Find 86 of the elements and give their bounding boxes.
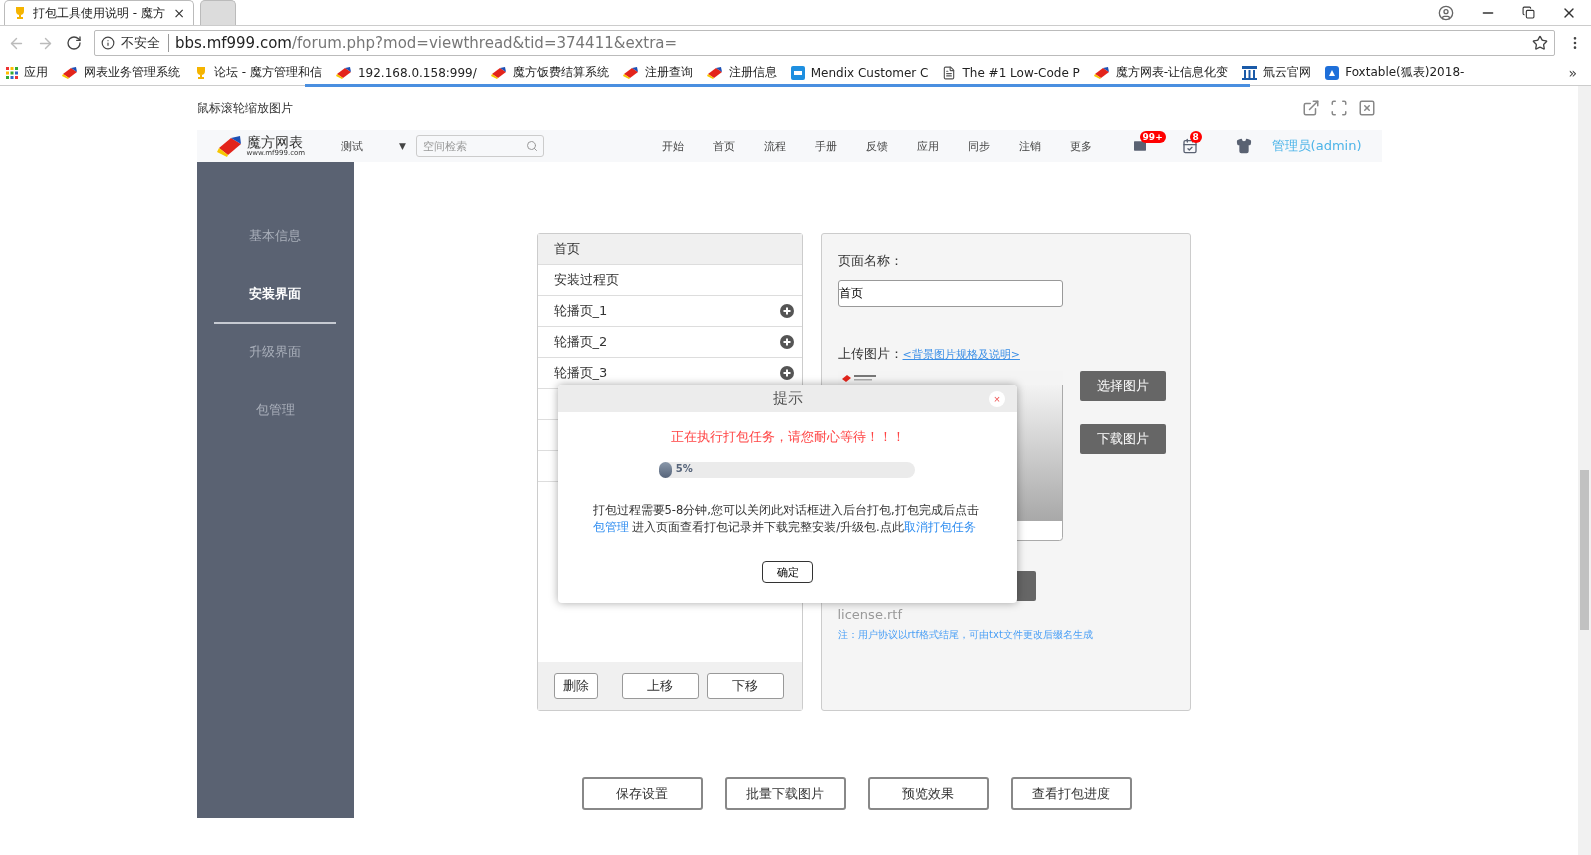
bookmark-link[interactable]: 注册信息 (706, 64, 777, 81)
address-bar[interactable]: 不安全 bbs.mf999.com/forum.php?mod=viewthread&tid=374411&extra= (94, 30, 1555, 56)
status-message: 正在执行打包任务，请您耐心等待！！！ (670, 428, 905, 446)
shirt-icon[interactable] (1235, 138, 1252, 154)
bookmark-link[interactable]: 网表业务管理系统 (62, 64, 180, 81)
open-external-icon[interactable] (1301, 99, 1320, 117)
count-badge: 8 (1189, 131, 1202, 143)
space-name: 测试 (341, 138, 364, 154)
cube-logo-icon (1093, 66, 1110, 79)
security-label: 不安全 (121, 34, 169, 52)
info-paragraph: 打包过程需要5-8分钟,您可以关闭此对话框进入后台打包,打包完成后点击 包管理 进入页面查看打包记录并下载完整安装/升级包.点此取消打包任务 (592, 502, 980, 536)
nav-link[interactable]: 反馈 (865, 138, 888, 154)
profile-icon[interactable] (1438, 4, 1454, 21)
add-icon[interactable] (779, 366, 794, 380)
image-button[interactable]: 选择图片 (1079, 371, 1166, 401)
action-button[interactable]: 预览效果 (867, 777, 989, 810)
tab-close-button[interactable]: × (173, 5, 185, 21)
action-button[interactable]: 批量下载图片 (724, 777, 846, 810)
task-icon (1181, 138, 1198, 154)
bookmark-link[interactable]: 氚云官网 (1242, 64, 1312, 81)
bookmark-link[interactable]: 应用 (6, 64, 48, 81)
bookmark-star-icon[interactable] (1532, 35, 1548, 51)
mx-logo-icon (790, 65, 805, 80)
sidebar-item[interactable]: 安装界面 (214, 266, 336, 324)
cube-logo-icon (490, 66, 507, 79)
apps-grid-icon (6, 66, 18, 79)
more-bookmarks-button[interactable]: » (1568, 64, 1585, 81)
field-label: 页面名称： (837, 252, 904, 270)
space-dropdown-caret[interactable]: ▼ (399, 141, 406, 151)
restore-icon[interactable] (1522, 6, 1535, 19)
add-icon[interactable] (779, 335, 794, 349)
field-label: 上传图片： (837, 345, 903, 363)
bookmark-link[interactable]: Mendix Customer C (790, 65, 929, 80)
page-icon (942, 65, 957, 80)
package-manage-link[interactable]: 包管理 (592, 520, 629, 534)
url-text: bbs.mf999.com/forum.php?mod=viewthread&tid=374411&extra= (175, 34, 678, 52)
search-icon (526, 140, 538, 152)
fox-logo-icon (1325, 65, 1340, 80)
nav-link[interactable]: 注销 (1018, 138, 1041, 154)
list-action-button[interactable]: 上移 (621, 673, 699, 699)
bookmark-link[interactable]: 魔方网表-让信息化变 (1093, 64, 1229, 81)
bookmark-link[interactable]: Foxtable(狐表)2018- (1325, 64, 1465, 81)
file-name: license.rtf (837, 607, 904, 622)
page-name-field[interactable]: 首页 (837, 280, 1063, 307)
dialog-close-button[interactable]: × (989, 391, 1005, 407)
image-button[interactable]: 下载图片 (1079, 424, 1166, 454)
cube-logo-icon (62, 66, 78, 79)
search-field[interactable]: 空间检索 (416, 135, 544, 157)
info-icon (101, 36, 115, 50)
browser-tab[interactable]: 打包工具使用说明 - 魔方 × (4, 0, 194, 25)
cube-logo-icon (216, 135, 243, 157)
list-action-button[interactable]: 删除 (553, 673, 598, 699)
bookmark-link[interactable]: 魔方饭费结算系统 (490, 64, 609, 81)
cancel-task-link[interactable]: 取消打包任务 (903, 520, 976, 534)
action-button[interactable]: 查看打包进度 (1010, 777, 1132, 810)
nav-link[interactable]: 开始 (661, 138, 684, 154)
bookmark-link[interactable]: 注册查询 (622, 64, 693, 81)
action-button[interactable]: 保存设置 (581, 777, 703, 810)
nav-link[interactable]: 更多 (1069, 138, 1092, 154)
trophy-icon (13, 6, 27, 20)
bookmark-link[interactable]: The #1 Low-Code P (942, 65, 1080, 80)
nav-link[interactable]: 首页 (712, 138, 735, 154)
building-icon (1242, 65, 1258, 80)
cube-logo-icon (706, 66, 723, 79)
list-action-button[interactable]: 下移 (706, 673, 784, 699)
reload-icon[interactable] (66, 35, 82, 51)
ok-button[interactable]: 确定 (762, 561, 813, 583)
scrollbar[interactable] (1578, 86, 1591, 855)
nav-link[interactable]: 同步 (967, 138, 990, 154)
cube-logo-icon (622, 66, 639, 79)
nav-link[interactable]: 流程 (763, 138, 786, 154)
zoom-hint: 鼠标滚轮缩放图片 (196, 99, 293, 117)
bookmark-link[interactable]: 192.168.0.158:999/ (335, 65, 477, 80)
license-note: 注：用户协议以rtf格式结尾，可由txt文件更改后缀名生成 (837, 628, 1094, 642)
cube-logo-icon (335, 66, 352, 79)
add-icon[interactable] (779, 304, 794, 318)
page-list-item[interactable]: 首页 (537, 234, 802, 265)
logo-name: 魔方网表 (246, 135, 303, 149)
count-badge: 99+ (1139, 131, 1166, 143)
bookmark-link[interactable]: 论坛 - 魔方管理和信 (194, 64, 322, 81)
fit-screen-icon[interactable] (1329, 99, 1348, 117)
progress-reading: 5% (675, 463, 693, 474)
trophy-icon (194, 65, 208, 80)
nav-link[interactable]: 应用 (916, 138, 939, 154)
nav-link[interactable]: 手册 (814, 138, 837, 154)
dialog-title: 提示 (772, 389, 803, 408)
